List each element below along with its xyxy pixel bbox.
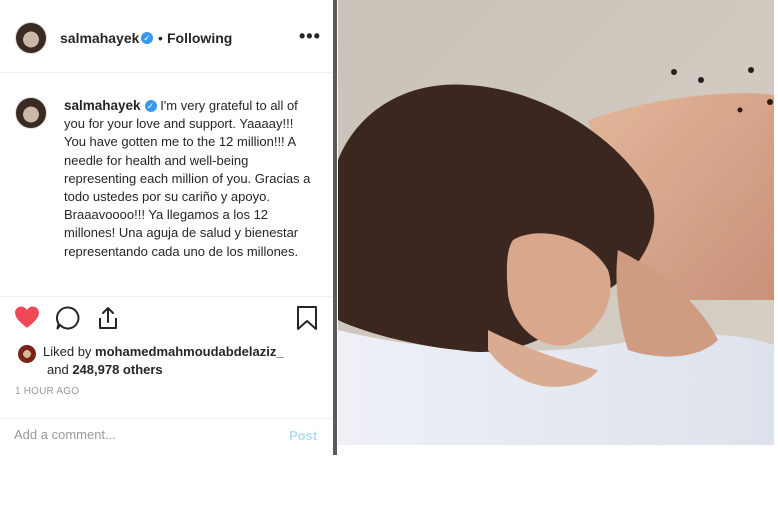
heart-icon[interactable] — [14, 305, 40, 329]
caption-text: I'm very grateful to all of you for your… — [64, 98, 311, 259]
post-header: salmahayek ✓ • Following ••• — [0, 0, 333, 73]
and-label: and — [47, 362, 69, 377]
liker-username[interactable]: mohamedmahmoudabdelaziz_ — [95, 344, 284, 359]
caption-username[interactable]: salmahayek — [64, 98, 141, 113]
post-photo-image — [338, 0, 774, 445]
panel-edge-divider — [333, 0, 337, 455]
caption-author-avatar[interactable] — [15, 97, 47, 129]
post-comment-button[interactable]: Post — [289, 428, 317, 443]
bookmark-icon[interactable] — [296, 305, 318, 331]
likes-line: Liked by mohamedmahmoudabdelaziz_ — [43, 344, 284, 359]
likes-count[interactable]: 248,978 others — [72, 362, 162, 377]
comment-icon[interactable] — [55, 305, 81, 331]
author-username[interactable]: salmahayek — [60, 30, 139, 46]
liker-avatar[interactable] — [18, 345, 36, 363]
post-timestamp[interactable]: 1 HOUR AGO — [15, 386, 79, 397]
comment-box: Post — [0, 419, 333, 455]
post-sidebar: salmahayek ✓ • Following ••• salmahayek ✓… — [0, 0, 334, 455]
author-avatar[interactable] — [15, 22, 47, 54]
caption-verified-badge-icon: ✓ — [144, 100, 157, 112]
more-options-icon[interactable]: ••• — [299, 26, 321, 47]
verified-badge-icon: ✓ — [141, 32, 153, 44]
caption: salmahayek ✓ I'm very grateful to all of … — [64, 97, 314, 261]
post-photo[interactable] — [338, 0, 774, 445]
action-bar — [0, 305, 333, 339]
following-button[interactable]: Following — [167, 30, 232, 46]
caption-divider — [0, 296, 333, 297]
likes-count-line: and 248,978 others — [47, 362, 163, 377]
share-icon[interactable] — [95, 305, 121, 331]
liked-by-label: Liked by — [43, 344, 92, 359]
comment-input[interactable] — [14, 427, 264, 442]
separator-dot: • — [158, 30, 163, 46]
